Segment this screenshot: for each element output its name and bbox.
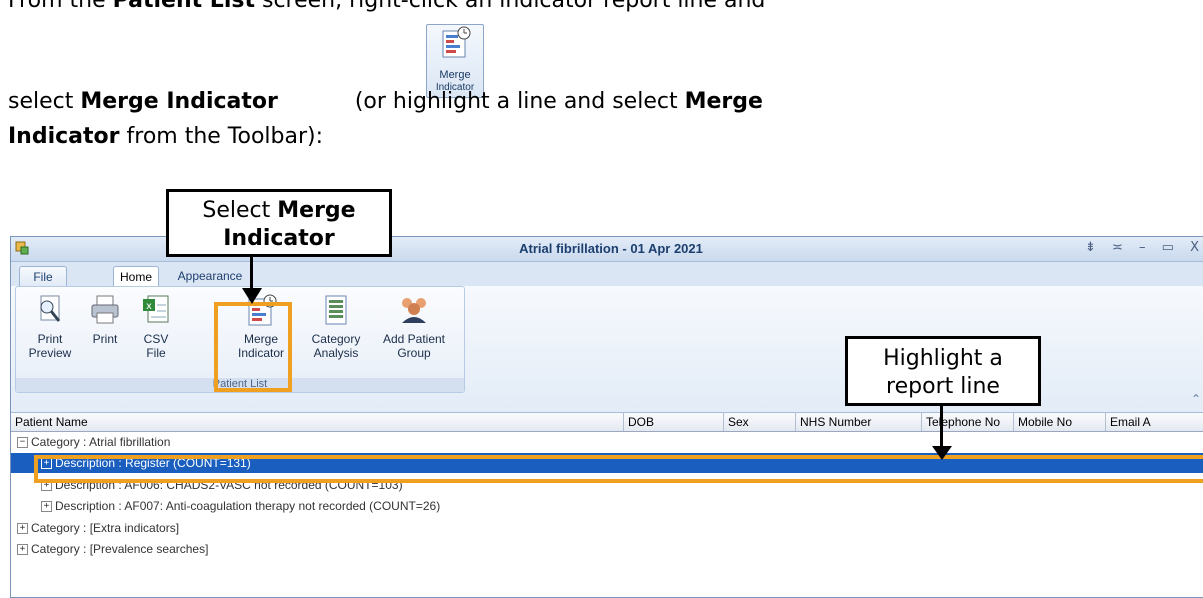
merge-bold: Merge bbox=[684, 89, 763, 114]
text-span: select bbox=[8, 89, 81, 114]
print-button[interactable]: Print bbox=[84, 291, 126, 373]
expand-icon[interactable]: + bbox=[41, 501, 52, 512]
column-email[interactable]: Email A bbox=[1105, 413, 1203, 431]
column-dob[interactable]: DOB bbox=[623, 413, 723, 431]
category-analysis-icon bbox=[325, 295, 347, 325]
add-patient-group-icon bbox=[402, 298, 426, 323]
callout-text: Highlight a bbox=[883, 346, 1003, 371]
text-span: From the bbox=[8, 0, 113, 13]
print-preview-button[interactable]: Print Preview bbox=[26, 291, 74, 373]
expand-icon[interactable]: + bbox=[17, 544, 28, 555]
merge-indicator-bold: Merge Indicator bbox=[80, 89, 278, 114]
tab-file[interactable]: File bbox=[19, 266, 67, 287]
merge-callout-arrow-line bbox=[250, 257, 253, 291]
csv-file-icon: x bbox=[143, 295, 169, 323]
row-text: Category : [Prevalence searches] bbox=[31, 542, 209, 556]
column-patient-name[interactable]: Patient Name bbox=[11, 413, 623, 431]
table-row[interactable]: + Category : [Extra indicators] bbox=[11, 518, 1203, 538]
column-nhs-number[interactable]: NHS Number bbox=[795, 413, 921, 431]
button-label: Category bbox=[311, 332, 361, 346]
row-text: Category : Atrial fibrillation bbox=[31, 435, 171, 449]
report-line-highlight bbox=[34, 455, 1203, 483]
window-controls[interactable]: ⇟ ≍ – ▭ X bbox=[1085, 240, 1203, 255]
print-icon bbox=[91, 295, 119, 324]
instruction-line-2: select Merge Indicator (or highlight a l… bbox=[8, 87, 763, 117]
callout-bold: Merge bbox=[277, 198, 356, 223]
merge-indicator-highlight bbox=[214, 302, 292, 392]
table-row[interactable]: + Description : AF007: Anti-coagulation … bbox=[11, 496, 1203, 516]
expand-icon[interactable]: + bbox=[17, 523, 28, 534]
table-row[interactable]: + Category : [Prevalence searches] bbox=[11, 539, 1203, 559]
text-span: (or highlight a line and select bbox=[347, 89, 685, 114]
grid-header: Patient Name DOB Sex NHS Number Telephon… bbox=[11, 413, 1203, 432]
icon-label-merge: Merge bbox=[439, 69, 471, 81]
highlight-report-line-callout: Highlight a report line bbox=[845, 336, 1041, 406]
select-merge-indicator-callout: Select Merge Indicator bbox=[166, 189, 392, 257]
button-label: File bbox=[146, 346, 166, 360]
tab-appearance[interactable]: Appearance bbox=[171, 266, 249, 286]
callout-text: report line bbox=[886, 374, 1000, 399]
button-label: Analysis bbox=[313, 346, 359, 360]
button-label: Add Patient bbox=[382, 332, 446, 346]
column-sex[interactable]: Sex bbox=[723, 413, 795, 431]
patient-list-bold: Patient List bbox=[112, 0, 255, 13]
indicator-bold: Indicator bbox=[8, 124, 120, 149]
button-label: Print bbox=[92, 332, 118, 346]
column-mobile[interactable]: Mobile No bbox=[1013, 413, 1105, 431]
highlight-callout-arrow-line bbox=[940, 406, 943, 450]
text-span: from the Toolbar): bbox=[119, 124, 324, 149]
arrow-down-icon bbox=[242, 288, 262, 304]
instruction-line-3: Indicator from the Toolbar): bbox=[8, 122, 323, 152]
column-telephone[interactable]: Telephone No bbox=[921, 413, 1013, 431]
text-span: screen, right-click an indicator report … bbox=[254, 0, 766, 13]
svg-text:x: x bbox=[146, 301, 152, 312]
button-label: CSV bbox=[143, 332, 169, 346]
row-text: Category : [Extra indicators] bbox=[31, 521, 180, 535]
row-text: Description : AF007: Anti-coagulation th… bbox=[55, 499, 441, 513]
button-label: Preview bbox=[28, 346, 72, 360]
print-preview-icon bbox=[40, 295, 61, 322]
tab-home[interactable]: Home bbox=[113, 266, 159, 287]
button-label: Print bbox=[37, 332, 63, 346]
button-label: Group bbox=[397, 346, 431, 360]
add-patient-group-button[interactable]: Add Patient Group bbox=[374, 291, 454, 373]
collapse-ribbon-icon[interactable]: ⌃ bbox=[1191, 392, 1201, 406]
table-row[interactable]: − Category : Atrial fibrillation bbox=[11, 432, 1203, 452]
collapse-icon[interactable]: − bbox=[17, 437, 28, 448]
merge-indicator-icon bbox=[442, 26, 471, 58]
callout-text: Select bbox=[202, 198, 278, 223]
callout-bold: Indicator bbox=[223, 226, 335, 251]
arrow-down-icon bbox=[932, 446, 952, 460]
csv-file-button[interactable]: x CSV File bbox=[134, 291, 178, 373]
ribbon-tabs: File Home Appearance bbox=[11, 262, 1203, 287]
app-window: Atrial fibrillation - 01 Apr 2021 ⇟ ≍ – … bbox=[10, 236, 1203, 598]
instruction-line-1: From the Patient List screen, right-clic… bbox=[8, 0, 765, 16]
category-analysis-button[interactable]: Category Analysis bbox=[306, 291, 366, 373]
